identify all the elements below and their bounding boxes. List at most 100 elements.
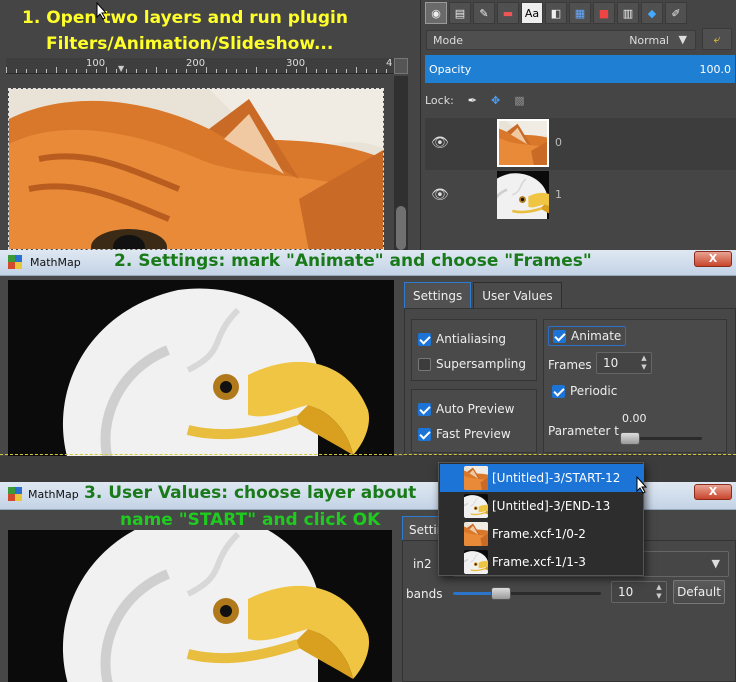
composite-mode-button[interactable]: ⤶: [702, 28, 732, 50]
dropdown-item[interactable]: Frame.xcf-1/0-2: [440, 520, 644, 548]
ruler-tick: [316, 69, 317, 73]
ruler-tick: [306, 67, 307, 73]
opacity-label: Opacity: [429, 63, 472, 76]
parameter-label: Parameter t: [548, 424, 619, 438]
ruler-tick: [136, 69, 137, 73]
mode-select[interactable]: Mode Normal ▼: [426, 30, 696, 50]
ruler-tick: [16, 69, 17, 73]
opacity-slider[interactable]: Opacity 100.0: [425, 55, 735, 83]
preview-group: Auto Preview Fast Preview: [411, 389, 537, 453]
spin-arrows-icon[interactable]: ▲ ▼: [653, 583, 665, 601]
layer-row[interactable]: 👁 0: [425, 118, 736, 170]
lock-label: Lock:: [425, 93, 454, 107]
layers-panel: ◉ ▤ ✎ ▬ Aa ◧ ▦ ■ ▥ ◆ ✐ Mode Normal ▼ ⤶ O…: [420, 0, 736, 250]
layer-name[interactable]: 0: [555, 136, 562, 149]
dropdown-item-label: Frame.xcf-1/0-2: [492, 527, 586, 541]
patterns-tab-icon[interactable]: ▦: [569, 2, 591, 24]
cat-icon: [464, 466, 488, 490]
auto-preview-checkbox[interactable]: Auto Preview: [418, 402, 514, 416]
cat-icon: [497, 119, 549, 167]
checkbox-checked-icon[interactable]: [418, 427, 431, 441]
layer-name[interactable]: 1: [555, 188, 562, 201]
slider-knob[interactable]: [491, 587, 511, 600]
fonts-tab-icon[interactable]: Aa: [521, 2, 543, 24]
quality-group: Antialiasing Supersampling: [411, 319, 537, 381]
ruler-tick: [36, 69, 37, 73]
ruler-marker-icon: ▼: [118, 64, 125, 73]
tab-user-values[interactable]: User Values: [473, 282, 562, 308]
step3-caption-line1: 3. User Values: choose layer about: [84, 483, 417, 503]
mode-value: Normal: [629, 34, 669, 47]
antialiasing-checkbox[interactable]: Antialiasing: [418, 332, 506, 346]
mathmap-app-icon: [8, 255, 22, 269]
visibility-eye-icon[interactable]: 👁: [431, 135, 449, 151]
ruler-tick: [146, 69, 147, 73]
spin-arrows-icon[interactable]: ▲ ▼: [638, 354, 650, 372]
brushes-tab-icon[interactable]: ✐: [665, 2, 687, 24]
cat-image: [9, 89, 384, 250]
step1-caption-line2: Filters/Animation/Slideshow...: [46, 34, 334, 54]
checkbox-unchecked-icon[interactable]: [418, 357, 431, 371]
ruler-label: 300: [286, 58, 306, 69]
bands-spinbox[interactable]: 10 ▲ ▼: [611, 581, 667, 603]
animation-group: Animate Frames 10 ▲ ▼ Periodic 0.00 Param…: [543, 319, 727, 453]
ruler-tick: [216, 69, 217, 73]
close-button[interactable]: X: [694, 484, 732, 500]
tool-options-tab-icon[interactable]: ◉: [425, 2, 447, 24]
dock-tab-row: ◉ ▤ ✎ ▬ Aa ◧ ▦ ■ ▥ ◆ ✐: [425, 2, 687, 26]
ruler-label: 100: [86, 58, 106, 69]
dropdown-item[interactable]: [Untitled]-3/START-12: [440, 464, 644, 492]
frames-label: Frames: [548, 358, 592, 372]
ruler-tick: [346, 69, 347, 73]
auto-preview-label: Auto Preview: [436, 402, 515, 416]
checkbox-checked-icon[interactable]: [553, 329, 566, 343]
lock-pixels-icon[interactable]: ✒: [468, 94, 477, 107]
bands-slider[interactable]: [453, 587, 601, 600]
lock-alpha-icon[interactable]: ▩: [514, 94, 524, 107]
ruler-tick: [56, 67, 57, 73]
animate-checkbox[interactable]: Animate: [548, 326, 627, 346]
parameter-t-slider[interactable]: [620, 432, 702, 445]
step1-caption-line1: 1. Open two layers and run plugin: [22, 8, 348, 28]
layer-row[interactable]: 👁 1: [425, 170, 736, 222]
ruler-tick: [326, 69, 327, 73]
paths-tab-icon[interactable]: ✎: [473, 2, 495, 24]
layer-dropdown-list: [Untitled]-3/START-12 [Untitled]-3/END-1…: [438, 462, 644, 576]
palette-tab-icon[interactable]: ■: [593, 2, 615, 24]
supersampling-checkbox[interactable]: Supersampling: [418, 357, 526, 371]
visibility-eye-icon[interactable]: 👁: [431, 187, 449, 203]
settings-pane: Antialiasing Supersampling Auto Preview …: [404, 308, 736, 456]
close-button[interactable]: X: [694, 251, 732, 267]
window-title: MathMap: [30, 256, 81, 269]
frames-value: 10: [603, 356, 619, 370]
eagle-image: [8, 280, 394, 456]
images-tab-icon[interactable]: ◆: [641, 2, 663, 24]
checkbox-checked-icon[interactable]: [418, 402, 431, 416]
supersampling-label: Supersampling: [436, 357, 526, 371]
channels-tab-icon[interactable]: ▬: [497, 2, 519, 24]
navigate-button[interactable]: [394, 58, 408, 74]
dropdown-item-label: Frame.xcf-1/1-3: [492, 555, 586, 569]
gradient-tab-icon[interactable]: ▥: [617, 2, 639, 24]
dropdown-item[interactable]: Frame.xcf-1/1-3: [440, 548, 644, 576]
scrollbar-thumb[interactable]: [396, 206, 406, 250]
tab-settings[interactable]: Settings: [404, 282, 472, 308]
ruler-tick: [86, 69, 87, 73]
frames-spinbox[interactable]: 10 ▲ ▼: [596, 352, 652, 374]
image-canvas[interactable]: [8, 88, 384, 250]
ruler-tick: [66, 69, 67, 73]
slider-knob[interactable]: [620, 432, 640, 445]
horizontal-ruler: 100 200 300 4 ▼: [6, 58, 394, 74]
default-button[interactable]: Default: [673, 580, 725, 604]
checkbox-checked-icon[interactable]: [418, 332, 431, 346]
periodic-checkbox[interactable]: Periodic: [552, 384, 617, 398]
ruler-tick: [276, 69, 277, 73]
checkbox-checked-icon[interactable]: [552, 384, 565, 398]
vertical-scrollbar[interactable]: [394, 76, 408, 250]
layers-tab-icon[interactable]: ▤: [449, 2, 471, 24]
dropdown-item[interactable]: [Untitled]-3/END-13: [440, 492, 644, 520]
lock-position-icon[interactable]: ✥: [491, 94, 500, 107]
fast-preview-checkbox[interactable]: Fast Preview: [418, 427, 511, 441]
dropdown-item-label: [Untitled]-3/START-12: [492, 471, 621, 485]
colors-tab-icon[interactable]: ◧: [545, 2, 567, 24]
